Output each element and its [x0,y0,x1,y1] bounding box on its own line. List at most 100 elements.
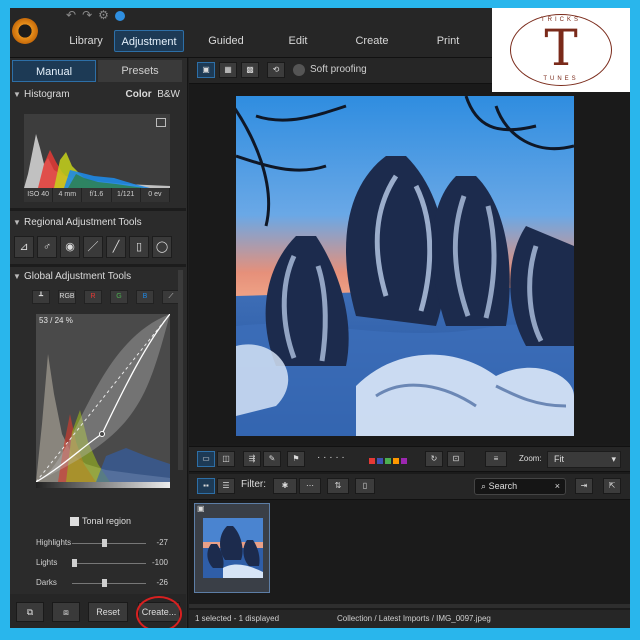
tab-adjustment[interactable]: Adjustment [114,30,184,52]
eraser-tool-icon[interactable]: ╱ [106,236,126,258]
browser-scrollbar[interactable] [189,604,630,608]
sort-icon[interactable]: ≡ [485,451,507,467]
checkbox-icon[interactable] [70,517,79,527]
tab-manual[interactable]: Manual [12,60,96,82]
darks-slider[interactable]: Darks -26 [10,576,186,590]
gear-icon[interactable]: ⚙ [98,8,115,22]
tab-create[interactable]: Create [342,30,402,52]
slider-thumb[interactable] [72,559,77,567]
section-divider [10,208,186,211]
search-input[interactable]: ⌕ Search × [474,478,566,495]
panel-scrollbar[interactable] [178,270,183,470]
curve-channel-rgb[interactable]: RGB [58,290,76,304]
rating-dots[interactable]: · · · · · [317,452,345,463]
compare-view-icon[interactable]: ▦ [219,62,237,78]
histogram-header[interactable]: ▼ Histogram Color B&W [10,86,186,104]
tab-guided[interactable]: Guided [196,30,256,52]
thumbnail-image[interactable] [203,518,263,578]
histogram-bw-toggle[interactable]: B&W [157,89,180,100]
left-panel-footer: ⧉ ⧈ Reset Create... [10,594,186,628]
pen-icon[interactable]: ✎ [263,451,281,467]
list-view-icon[interactable]: ☰ [217,478,235,494]
grid-view-icon[interactable]: ▩ [241,62,259,78]
adjust-icon[interactable]: ⇶ [243,451,261,467]
info-icon[interactable] [114,10,125,21]
zoom-select[interactable]: Fit ▾ [547,451,621,468]
single-view-icon[interactable]: ▣ [197,62,215,78]
thumbnail-card[interactable]: ▣ [194,503,270,593]
tab-library[interactable]: Library [56,30,116,52]
clipping-warning-icon[interactable] [156,118,166,127]
curve-channel-blue[interactable]: B [136,290,154,304]
slider-thumb[interactable] [102,539,107,547]
global-tools-header[interactable]: ▼ Global Adjustment Tools [10,268,186,286]
label-green[interactable] [385,458,391,464]
crop-tool-icon[interactable]: ⊿ [14,236,34,258]
search-icon: ⌕ [481,481,487,491]
split-image-icon[interactable]: ◫ [217,451,235,467]
quick-actions: ↶↷⚙ [66,8,125,22]
flag-icon[interactable]: ⚑ [287,451,305,467]
status-bar: 1 selected - 1 displayed Collection / La… [189,610,630,628]
tab-presets[interactable]: Presets [98,60,182,82]
undo-icon[interactable]: ↶ [66,8,82,22]
crop-compare-icon[interactable]: ⊡ [447,451,465,467]
highlights-slider[interactable]: Highlights -27 [10,536,186,550]
lights-slider[interactable]: Lights -100 [10,556,186,570]
filter-label: Filter: [241,479,266,490]
highlight-ring [136,596,182,628]
slider-track[interactable] [72,563,146,564]
tone-curve-editor[interactable]: 53 / 24 % [35,313,171,483]
tab-edit[interactable]: Edit [268,30,328,52]
clear-search-icon[interactable]: × [555,479,560,494]
color-labels[interactable] [369,456,409,467]
histogram-color-toggle[interactable]: Color [126,89,152,100]
redo-icon[interactable]: ↷ [82,8,98,22]
circle-mask-icon[interactable]: ◯ [152,236,172,258]
paste-adjustments-icon[interactable]: ⧈ [52,602,80,622]
main-photo[interactable] [236,96,574,436]
slider-track[interactable] [72,583,146,584]
red-eye-tool-icon[interactable]: ♂ [37,236,57,258]
exif-iso: ISO 40 [24,188,54,202]
reset-button[interactable]: Reset [88,602,128,622]
selection-status: 1 selected - 1 displayed [195,614,280,623]
soft-proofing-toggle[interactable] [293,64,305,76]
curve-gradient-track[interactable] [36,482,170,488]
spot-tool-icon[interactable]: ◉ [60,236,80,258]
stack-icon[interactable]: ▯ [355,478,375,494]
section-divider [10,264,186,267]
slider-track[interactable] [72,543,146,544]
exif-shutter: 1/121 [112,188,141,202]
lights-label: Lights [36,558,58,567]
histogram-mode: Color B&W [126,86,180,104]
filter-more-icon[interactable]: ⋯ [299,478,321,494]
darks-value: -26 [156,578,168,587]
sort-order-icon[interactable]: ⇅ [327,478,349,494]
thumbnail-view-icon[interactable]: ▪▪ [197,478,215,494]
filter-rating-icon[interactable]: ✱ [273,478,297,494]
tab-print[interactable]: Print [418,30,478,52]
copy-adjustments-icon[interactable]: ⧉ [16,602,44,622]
panel-subtabs: Manual Presets [12,60,182,82]
exif-ev: 0 ev [141,188,171,202]
curve-channel-green[interactable]: G [110,290,128,304]
slider-thumb[interactable] [102,579,107,587]
brush-tool-icon[interactable]: ／ [83,236,103,258]
rotate-view-icon[interactable]: ⟲ [267,62,285,78]
regional-tools-header[interactable]: ▼ Regional Adjustment Tools [10,214,186,232]
label-orange[interactable] [393,458,399,464]
tonal-region-checkbox[interactable]: Tonal region [70,516,131,527]
app-window: ↶↷⚙ Library Adjustment Guided Edit Creat… [10,8,630,628]
share-icon[interactable]: ⇱ [603,478,621,494]
rotate-icon[interactable]: ↻ [425,451,443,467]
image-viewer[interactable] [189,84,630,444]
single-image-icon[interactable]: ▭ [197,451,215,467]
rectangle-mask-icon[interactable]: ▯ [129,236,149,258]
label-blue[interactable] [377,458,383,464]
export-icon[interactable]: ⇥ [575,478,593,494]
label-purple[interactable] [401,458,407,464]
label-red[interactable] [369,458,375,464]
curve-channel-red[interactable]: R [84,290,102,304]
curve-point-tool-icon[interactable]: ┻ [32,290,50,304]
